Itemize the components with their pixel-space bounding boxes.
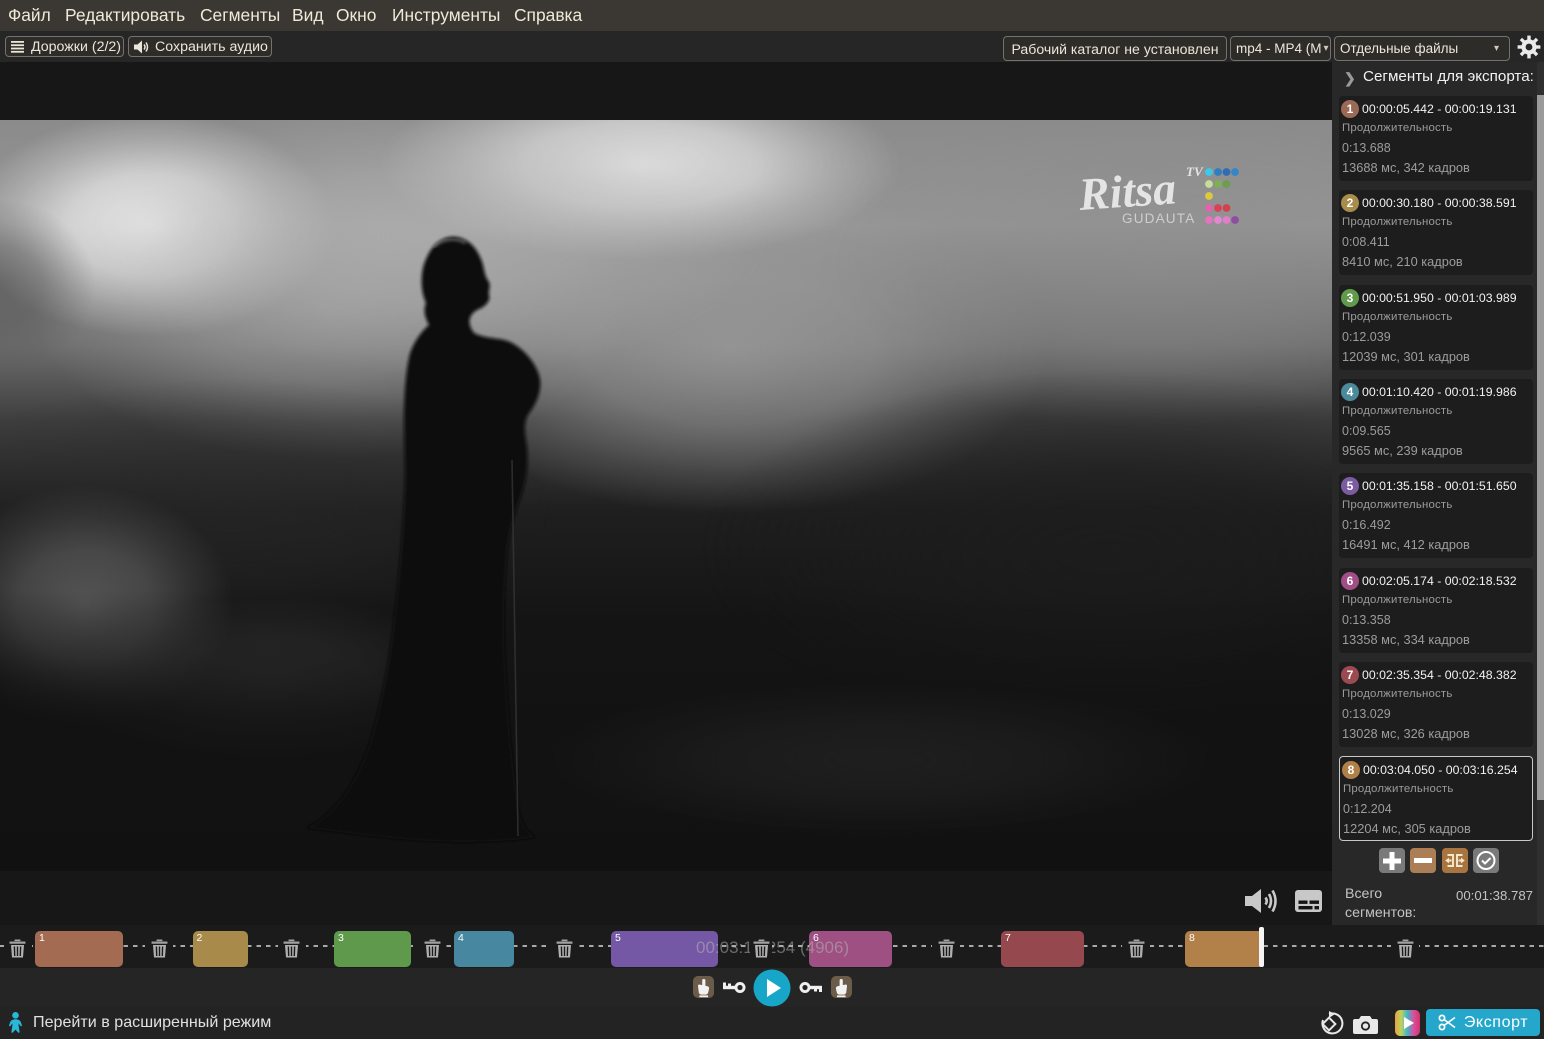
svg-text:GUDAUTA: GUDAUTA (1122, 211, 1195, 226)
svg-text:TV: TV (1186, 164, 1204, 179)
